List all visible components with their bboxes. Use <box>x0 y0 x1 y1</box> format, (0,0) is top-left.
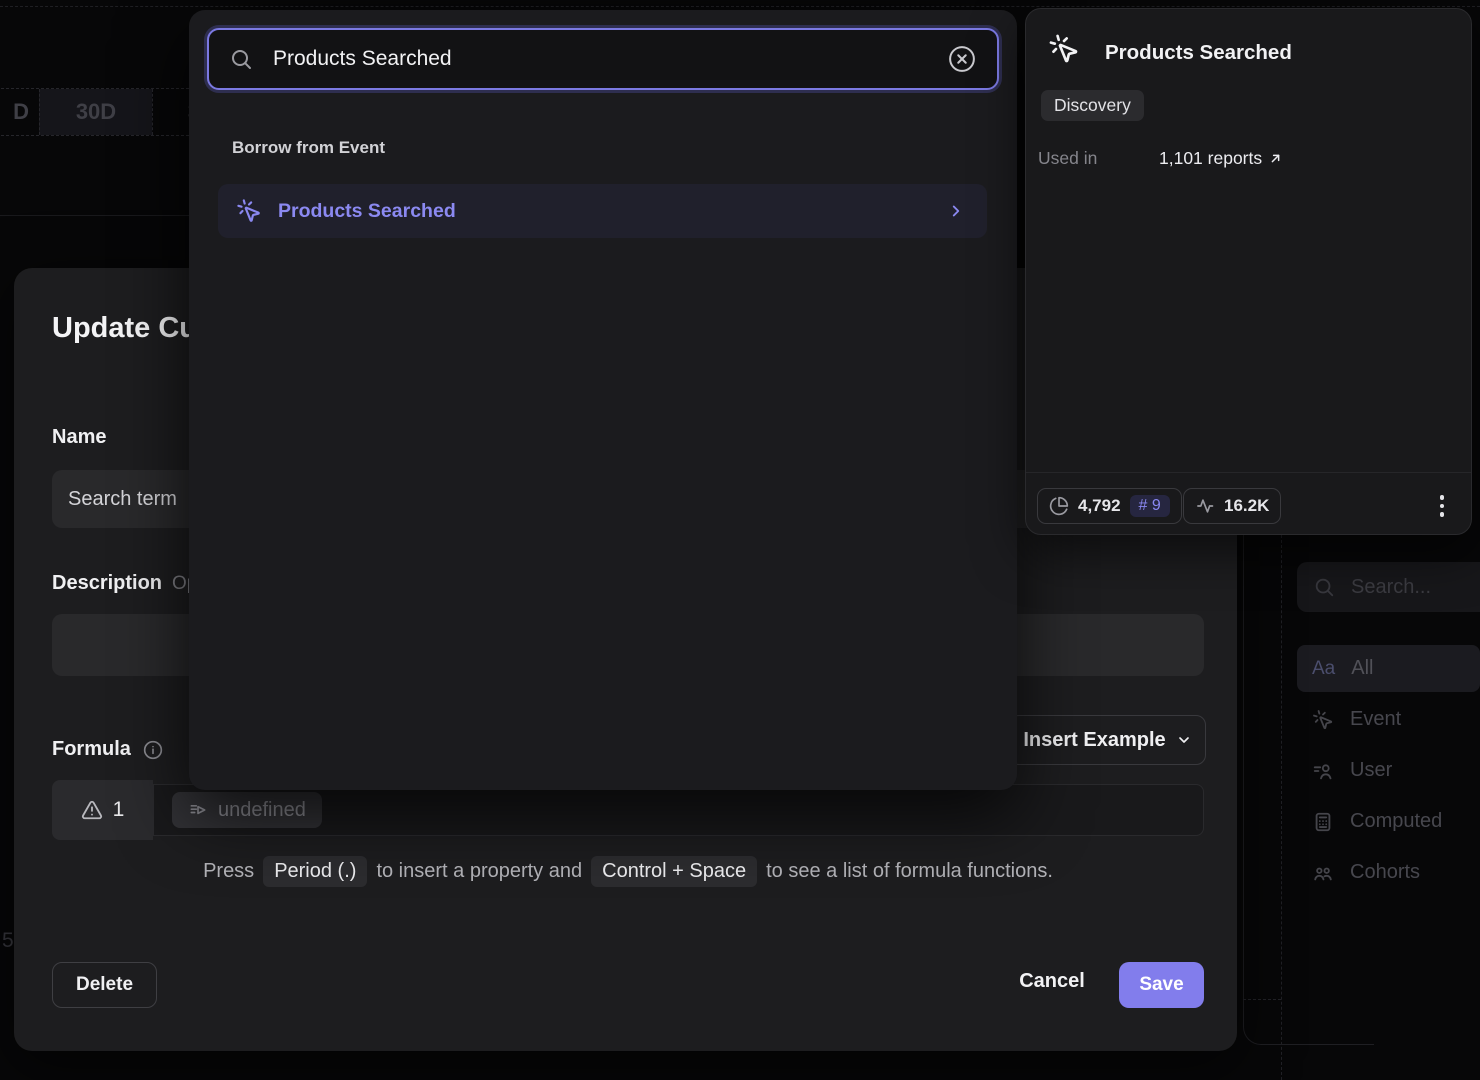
cursor-click-icon <box>1048 33 1080 65</box>
popover-search-input[interactable] <box>271 46 929 72</box>
cancel-button[interactable]: Cancel <box>992 970 1112 993</box>
event-result-label: Products Searched <box>278 200 456 223</box>
hint-between: to insert a property and <box>376 860 582 883</box>
cursor-click-icon <box>236 198 262 224</box>
user-list-icon <box>1312 760 1334 782</box>
background-chart-divider <box>0 215 190 216</box>
event-title: Products Searched <box>1105 41 1292 65</box>
kbd-control-space: Control + Space <box>591 856 757 887</box>
used-in-label: Used in <box>1038 148 1097 169</box>
activity-icon <box>1195 496 1215 516</box>
time-range-7d[interactable]: D <box>0 89 39 135</box>
app-root: D 30D 3M 5 Aa All Event User Computed <box>0 0 1480 1080</box>
chevron-down-icon <box>1176 732 1192 748</box>
chevron-right-icon <box>947 202 965 220</box>
sidebar-search-input-wrap[interactable] <box>1297 562 1480 612</box>
search-icon <box>229 47 253 71</box>
hint-after: to see a list of formula functions. <box>766 860 1053 883</box>
description-label-text: Description <box>52 572 162 595</box>
external-link-icon <box>1268 151 1283 166</box>
background-dashed-divider <box>1281 535 1282 1080</box>
people-icon <box>1312 862 1334 884</box>
name-label: Name <box>52 426 106 449</box>
formula-editor[interactable]: undefined <box>153 784 1204 836</box>
kbd-period: Period (.) <box>263 856 367 887</box>
sidebar-item-user[interactable]: User <box>1297 747 1480 794</box>
modal-title: Update Cu <box>52 312 197 345</box>
save-button[interactable]: Save <box>1119 962 1204 1008</box>
sidebar-item-computed[interactable]: Computed <box>1297 798 1480 845</box>
sidebar-item-all[interactable]: Aa All <box>1297 645 1480 692</box>
sidebar-item-label: User <box>1350 759 1392 782</box>
hint-press: Press <box>203 860 254 883</box>
unique-count-value: 4,792 <box>1078 496 1121 516</box>
sidebar-item-label: Computed <box>1350 810 1442 833</box>
rank-badge: # 9 <box>1130 495 1170 517</box>
formula-hint: Press Period (.) to insert a property an… <box>52 856 1204 887</box>
sidebar-item-cohorts[interactable]: Cohorts <box>1297 849 1480 896</box>
total-count-value: 16.2K <box>1224 496 1269 516</box>
search-icon <box>1313 576 1335 598</box>
sidebar-search-input[interactable] <box>1349 575 1480 600</box>
card-divider <box>1026 472 1471 473</box>
text-format-icon: Aa <box>1312 658 1335 680</box>
event-details-card: Products Searched Discovery Used in 1,10… <box>1025 8 1472 535</box>
formula-label: Formula <box>52 738 163 761</box>
formula-error-badge: 1 <box>52 780 153 840</box>
formula-token[interactable]: undefined <box>172 792 322 828</box>
sidebar-item-label: Cohorts <box>1350 861 1420 884</box>
total-count-stat[interactable]: 16.2K <box>1183 488 1281 524</box>
sidebar-item-event[interactable]: Event <box>1297 696 1480 743</box>
used-in-reports-text: 1,101 reports <box>1159 148 1262 169</box>
insert-example-button[interactable]: Insert Example <box>1009 715 1206 765</box>
calculator-icon <box>1312 811 1334 833</box>
list-pointer-icon <box>188 800 208 820</box>
info-icon[interactable] <box>143 740 163 760</box>
borrow-search-popover: Borrow from Event Products Searched <box>189 10 1017 790</box>
chart-axis-label: 5 <box>2 929 14 953</box>
background-top-divider <box>0 6 1480 7</box>
borrow-from-event-heading: Borrow from Event <box>232 138 385 158</box>
category-badge: Discovery <box>1041 90 1144 121</box>
kebab-menu-icon[interactable] <box>1425 489 1459 523</box>
clear-icon[interactable] <box>947 44 977 74</box>
delete-button[interactable]: Delete <box>52 962 157 1008</box>
cursor-click-icon <box>1312 709 1334 731</box>
time-range-30d[interactable]: 30D <box>39 89 152 135</box>
pie-chart-icon <box>1049 496 1069 516</box>
warning-icon <box>81 799 103 821</box>
used-in-reports-link[interactable]: 1,101 reports <box>1159 148 1283 169</box>
formula-label-text: Formula <box>52 738 131 761</box>
error-count: 1 <box>113 798 125 822</box>
insert-example-label: Insert Example <box>1023 729 1165 752</box>
unique-count-stat[interactable]: 4,792 # 9 <box>1037 488 1182 524</box>
popover-search-box[interactable] <box>207 28 999 90</box>
background-dashed-tick <box>1243 999 1281 1000</box>
sidebar-item-label: Event <box>1350 708 1401 731</box>
sidebar-item-label: All <box>1351 657 1373 680</box>
event-result-row[interactable]: Products Searched <box>218 184 987 238</box>
formula-token-label: undefined <box>218 799 306 822</box>
